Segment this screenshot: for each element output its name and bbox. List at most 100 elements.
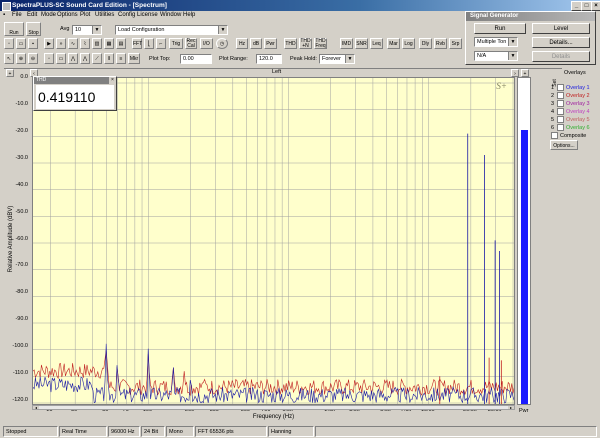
peak-icon[interactable]: ⋀ xyxy=(68,53,78,64)
overlay-checkbox[interactable] xyxy=(557,108,564,116)
title-bar: SpectraPLUS-SC Sound Card Edition - [Spe… xyxy=(0,0,600,11)
level-button[interactable]: Level xyxy=(532,23,590,34)
save-icon[interactable]: ▪ xyxy=(28,38,38,49)
overlay-row[interactable]: 2 Overlay 2 xyxy=(551,92,599,100)
horizontal-scrollbar[interactable]: ◂ ▸ xyxy=(32,405,515,410)
overlay-row[interactable]: 4 Overlay 4 xyxy=(551,108,599,116)
menu-window[interactable]: Window xyxy=(160,12,181,18)
overlay-checkbox[interactable] xyxy=(557,124,564,132)
mar-button[interactable]: Mar xyxy=(387,38,400,49)
overlay-checkbox[interactable] xyxy=(557,92,564,100)
zoom-out-icon[interactable]: ⊖ xyxy=(28,53,38,64)
thd-n-button[interactable]: THD +N xyxy=(299,38,312,49)
grid-icon[interactable]: ▤ xyxy=(116,38,126,49)
close-button[interactable]: × xyxy=(591,1,600,11)
stop-button[interactable]: Stop xyxy=(26,22,41,36)
srp-button[interactable]: Srp xyxy=(449,38,462,49)
meter-icon[interactable]: ▦ xyxy=(104,38,114,49)
db-label: dB xyxy=(252,41,260,47)
tilt-icon[interactable]: ⟋ xyxy=(92,53,102,64)
thd-readout-window[interactable]: THD × 0.419110 xyxy=(33,76,117,111)
bars-icon[interactable]: ▥ xyxy=(92,38,102,49)
avg-select[interactable]: 10 ▼ xyxy=(72,25,102,35)
overlay-row[interactable]: 1 Overlay 1 xyxy=(551,84,599,92)
spectrum-chart xyxy=(33,78,514,404)
peak-hold-select[interactable]: Forever ▼ xyxy=(319,54,355,64)
menu-config[interactable]: Config xyxy=(118,12,135,18)
scroll-right-icon[interactable]: ▸ xyxy=(508,406,514,410)
menu-utilities[interactable]: Utilities xyxy=(95,12,114,18)
overlay-options-button[interactable]: Options... xyxy=(550,140,578,150)
plot-top-input[interactable]: 0.00 xyxy=(180,54,212,64)
overlay-icon[interactable]: ▫ xyxy=(44,53,54,64)
plot-range-input[interactable]: 120.0 xyxy=(256,54,282,64)
trig-button[interactable]: Trig xyxy=(169,38,183,49)
view-icon[interactable]: ▭ xyxy=(56,53,66,64)
io-button[interactable]: I/O xyxy=(200,38,213,49)
avg-label: Avg xyxy=(60,26,70,32)
leq-button[interactable]: Leq xyxy=(370,38,383,49)
menu-edit[interactable]: Edit xyxy=(27,12,37,18)
thd-freq-button[interactable]: THD Freq xyxy=(314,38,327,49)
overlay-checkbox[interactable] xyxy=(557,84,564,92)
bracket-icon[interactable]: ⎣ xyxy=(144,38,154,49)
step-icon[interactable]: ⌐ xyxy=(156,38,166,49)
details-button[interactable]: Details... xyxy=(532,37,590,48)
rvb-button[interactable]: Rvb xyxy=(434,38,447,49)
thd-button[interactable]: THD xyxy=(284,38,297,49)
leq-label: Leq xyxy=(372,41,381,47)
hz-button[interactable]: Hz xyxy=(236,38,248,49)
fft-button[interactable]: FFT xyxy=(132,38,142,49)
pwr-button[interactable]: Pwr xyxy=(264,38,277,49)
cursor-icon[interactable]: ↖ xyxy=(4,53,14,64)
overlay-checkbox[interactable] xyxy=(557,100,564,108)
thd-n-label: THD +N xyxy=(300,38,311,49)
log-button[interactable]: Log xyxy=(402,38,415,49)
menu-mode[interactable]: Mode xyxy=(41,12,56,18)
log-label: Log xyxy=(404,41,413,47)
y-tick-label: -50.0 xyxy=(15,208,28,215)
overlays-panel: Overlays Set 1 Overlay 1 2 Overlay 2 3 Overla… xyxy=(537,70,599,150)
generator-mode-select[interactable]: Multiple Ton ▼ xyxy=(474,37,518,47)
clock-icon[interactable]: ◷ xyxy=(216,38,228,49)
db-button[interactable]: dB xyxy=(250,38,262,49)
plot-right-button[interactable]: › xyxy=(511,69,519,77)
composite-row[interactable]: Composite xyxy=(551,132,599,140)
composite-checkbox[interactable] xyxy=(551,132,558,140)
dly-label: Dly xyxy=(421,41,430,47)
menu-help[interactable]: Help xyxy=(183,12,195,18)
signal-generator-title: Signal Generator xyxy=(466,12,595,21)
menu-icon[interactable]: ▪ xyxy=(3,12,5,18)
mkr-button[interactable]: Mkr xyxy=(128,53,140,64)
comb-icon[interactable]: ⫴ xyxy=(104,53,114,64)
menu-plot[interactable]: Plot xyxy=(80,12,90,18)
overlay-checkbox[interactable] xyxy=(557,116,564,124)
open-icon[interactable]: ▭ xyxy=(16,38,26,49)
generator-run-button[interactable]: Run xyxy=(474,23,526,34)
spectrum-icon[interactable]: ⋀ xyxy=(80,53,90,64)
fast-forward-icon[interactable]: » xyxy=(56,38,66,49)
plot-zoom-y-button[interactable]: + xyxy=(521,69,529,77)
signal-icon[interactable]: ⌇ xyxy=(80,38,90,49)
run-button[interactable]: Run xyxy=(4,22,24,36)
play-icon[interactable]: ▶ xyxy=(44,38,54,49)
rec-cal-button[interactable]: Rec Cal xyxy=(185,38,197,49)
overlay-row[interactable]: 5 Overlay 5 xyxy=(551,116,599,124)
menu-file[interactable]: File xyxy=(12,12,22,18)
menu-license[interactable]: License xyxy=(137,12,158,18)
close-icon[interactable]: × xyxy=(109,77,116,84)
generator-second-select[interactable]: N/A ▼ xyxy=(474,51,518,61)
y-tick-label: -20.0 xyxy=(15,127,28,134)
menu-options[interactable]: Options xyxy=(57,12,78,18)
overlay-row[interactable]: 3 Overlay 3 xyxy=(551,100,599,108)
lines-icon[interactable]: ≡ xyxy=(116,53,126,64)
imd-button[interactable]: IMD xyxy=(340,38,353,49)
overlay-row[interactable]: 6 Overlay 6 xyxy=(551,124,599,132)
config-select[interactable]: Load Configuration ▼ xyxy=(115,25,228,35)
new-icon[interactable]: ▫ xyxy=(4,38,14,49)
zoom-in-icon[interactable]: ⊕ xyxy=(16,53,26,64)
scroll-left-icon[interactable]: ◂ xyxy=(33,406,39,410)
snr-button[interactable]: SNR xyxy=(355,38,368,49)
dly-button[interactable]: Dly xyxy=(419,38,432,49)
wave-icon[interactable]: ∿ xyxy=(68,38,78,49)
